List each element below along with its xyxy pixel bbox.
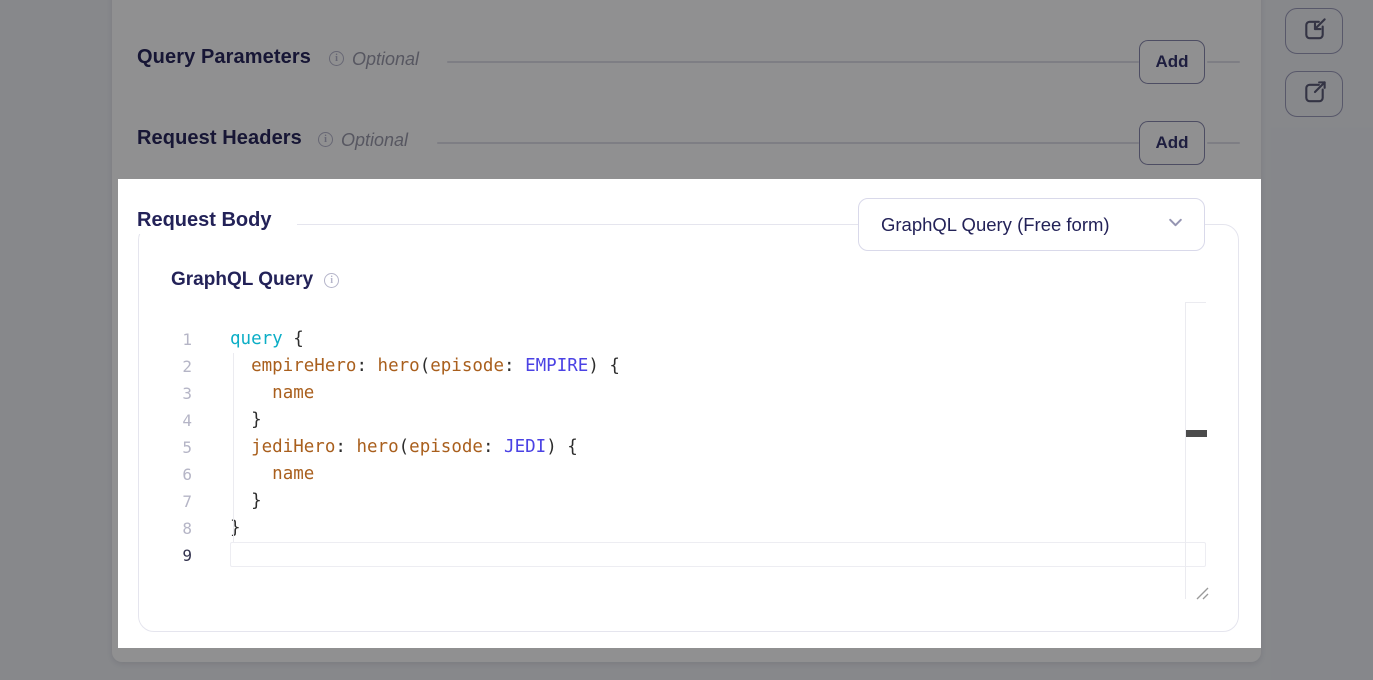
code-text: } [230,407,262,434]
code-text: } [230,515,241,542]
line-number: 2 [168,357,192,376]
line-number: 8 [168,519,192,538]
code-line[interactable]: 9 [168,542,1208,569]
info-icon[interactable] [324,273,339,288]
code-text: } [230,488,262,515]
code-line[interactable]: 6 name [168,461,1208,488]
graphql-query-label: GraphQL Query [171,269,313,291]
graphql-code-editor[interactable]: 1query {2 empireHero: hero(episode: EMPI… [168,326,1208,569]
code-line[interactable]: 1 query { [168,326,1208,353]
line-number: 6 [168,465,192,484]
resize-grip-icon[interactable] [1196,587,1209,605]
request-body-title: Request Body [137,207,297,234]
line-number: 4 [168,411,192,430]
code-text: jediHero: hero(episode: JEDI) { [230,434,578,461]
editor-scrollbar-thumb[interactable] [1186,430,1207,437]
line-number: 3 [168,384,192,403]
code-line[interactable]: 2 empireHero: hero(episode: EMPIRE) { [168,353,1208,380]
code-text: query { [230,326,304,353]
code-line[interactable]: 8} [168,515,1208,542]
request-body-panel: Request Body GraphQL Query (Free form) G… [118,179,1261,648]
code-line[interactable]: 4 } [168,407,1208,434]
code-line[interactable]: 5 jediHero: hero(episode: JEDI) { [168,434,1208,461]
editor-scrollbar-track [1185,302,1206,599]
page: Query Parameters Optional Add Request He… [0,0,1373,680]
line-number: 5 [168,438,192,457]
line-number: 9 [168,546,192,565]
code-text: name [230,380,314,407]
body-type-select[interactable]: GraphQL Query (Free form) [858,198,1205,251]
code-text: empireHero: hero(episode: EMPIRE) { [230,353,620,380]
body-type-select-value: GraphQL Query (Free form) [881,214,1167,236]
chevron-down-icon [1167,214,1184,236]
indent-guide [233,353,234,542]
line-number: 1 [168,330,192,349]
line-number: 7 [168,492,192,511]
code-lines: 1query {2 empireHero: hero(episode: EMPI… [168,326,1208,569]
code-line[interactable]: 7 } [168,488,1208,515]
code-line[interactable]: 3 name [168,380,1208,407]
code-text: name [230,461,314,488]
